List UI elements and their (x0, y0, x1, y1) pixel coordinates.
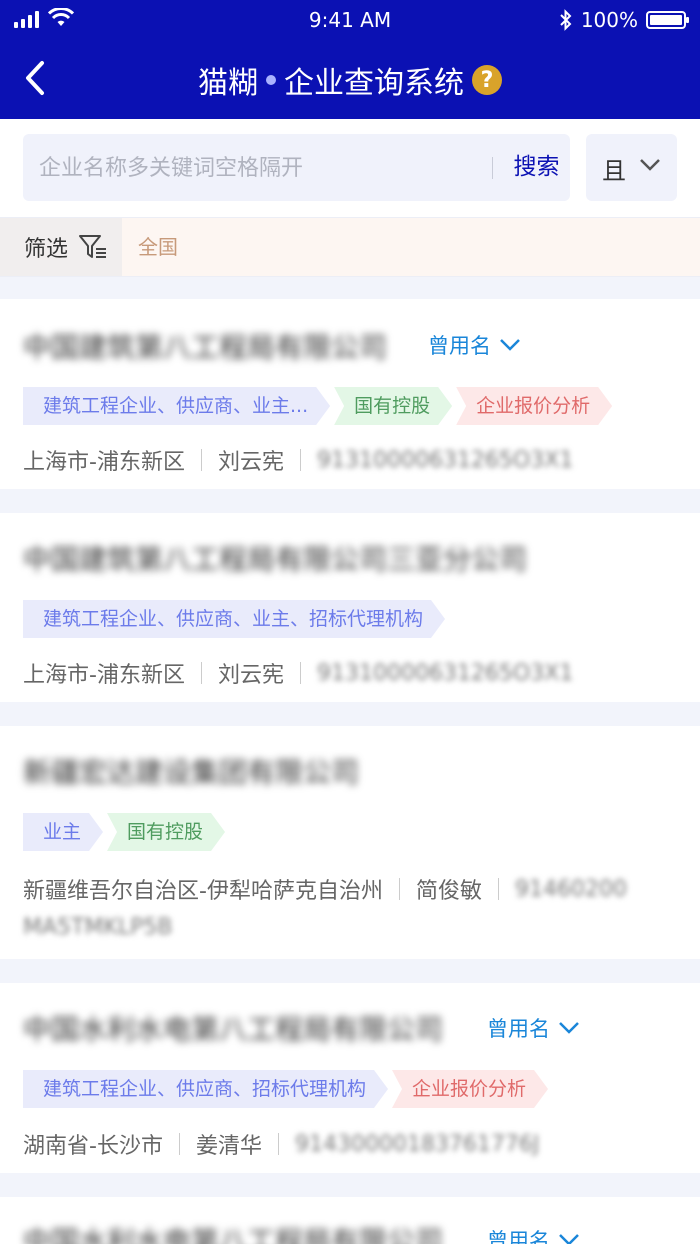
company-name[interactable]: 中国建筑第八工程局有限公司三亚分公司 (23, 538, 527, 578)
company-region: 湖南省-长沙市 (23, 1134, 163, 1159)
company-card[interactable]: 中国建筑第八工程局有限公司三亚分公司 建筑工程企业、供应商、业主、招标代理机构 … (0, 513, 700, 702)
tag-list: 建筑工程企业、供应商、业主... 国有控股 企业报价分析 (23, 387, 612, 425)
company-card[interactable]: 中国水利水电第八工程局有限公司 曾用名 (0, 1197, 700, 1244)
tag: 企业报价分析 (456, 387, 612, 425)
company-card[interactable]: 中国建筑第八工程局有限公司 曾用名 建筑工程企业、供应商、业主... 国有控股 … (0, 299, 700, 489)
legal-person: 简俊敏 (415, 879, 482, 904)
company-name[interactable]: 中国水利水电第八工程局有限公司 (23, 1220, 443, 1244)
credit-code-continued: MA5TMKLP5B (23, 915, 173, 940)
status-bar: 9:41 AM 100% (0, 0, 700, 40)
battery-icon (646, 11, 689, 29)
tag: 国有控股 (107, 813, 225, 851)
tag: 国有控股 (334, 387, 452, 425)
credit-code: 91310000631265O3X1 (316, 447, 574, 473)
former-name-toggle[interactable]: 曾用名 (428, 330, 521, 360)
tag: 业主 (23, 813, 103, 851)
company-card[interactable]: 中国水利水电第八工程局有限公司 曾用名 建筑工程企业、供应商、招标代理机构 企业… (0, 983, 700, 1173)
credit-code: 91460200 (514, 876, 627, 902)
chevron-down-icon (500, 339, 520, 351)
tag: 建筑工程企业、供应商、业主、招标代理机构 (23, 600, 445, 638)
legal-person: 姜清华 (195, 1134, 262, 1159)
help-icon[interactable]: ? (472, 65, 502, 95)
search-box: 搜索 (23, 134, 570, 203)
chevron-down-icon (559, 1234, 579, 1244)
region-filter[interactable]: 全国 (122, 218, 700, 276)
credit-code: 914300001837617­76J (294, 1131, 540, 1157)
app-header: 9:41 AM 100% 猫糊 企业查询系统 ? (0, 0, 700, 119)
legal-person: 刘云宪 (217, 663, 284, 688)
title-separator-dot (266, 75, 276, 85)
former-name-toggle[interactable]: 曾用名 (487, 1013, 580, 1043)
tag: 企业报价分析 (392, 1070, 548, 1108)
company-region: 上海市-浦东新区 (23, 450, 185, 475)
chevron-down-icon (559, 1022, 579, 1034)
legal-person: 刘云宪 (217, 450, 284, 475)
company-name[interactable]: 中国建筑第八工程局有限公司 (23, 326, 387, 366)
filter-icon (79, 235, 107, 258)
former-name-toggle[interactable]: 曾用名 (487, 1225, 580, 1244)
bluetooth-icon (560, 9, 572, 31)
tag-list: 业主 国有控股 (23, 813, 225, 851)
search-button[interactable]: 搜索 (503, 134, 570, 201)
tag-list: 建筑工程企业、供应商、业主、招标代理机构 (23, 600, 445, 638)
company-meta: 上海市-浦东新区 刘云宪 91310000631265O3X1 (23, 657, 573, 689)
search-input[interactable] (37, 134, 501, 203)
company-region: 上海市-浦东新区 (23, 663, 185, 688)
battery-percent: 100% (580, 8, 638, 32)
tag: 建筑工程企业、供应商、招标代理机构 (23, 1070, 388, 1108)
company-region: 新疆维吾尔自治区-伊犁哈萨克自治州 (23, 879, 383, 904)
chevron-down-icon (640, 159, 660, 171)
company-name[interactable]: 中国水利水电第八工程局有限公司 (23, 1008, 443, 1048)
filter-button[interactable]: 筛选 (0, 218, 122, 276)
company-name[interactable]: 新疆宏达建设集团有限公司 (23, 751, 359, 791)
company-meta: 湖南省-长沙市 姜清华 914300001837617­76J (23, 1128, 539, 1160)
tag-list: 建筑工程企业、供应商、招标代理机构 企业报价分析 (23, 1070, 548, 1108)
page-title: 猫糊 企业查询系统 ? (0, 58, 700, 102)
company-card[interactable]: 新疆宏达建设集团有限公司 业主 国有控股 新疆维吾尔自治区-伊犁哈萨克自治州 简… (0, 726, 700, 959)
company-meta: 上海市-浦东新区 刘云宪 91310000631265O3X1 (23, 444, 573, 476)
tag: 建筑工程企业、供应商、业主... (23, 387, 330, 425)
nav-bar: 猫糊 企业查询系统 ? (0, 40, 700, 119)
company-meta: 新疆维吾尔自治区-伊犁哈萨克自治州 简俊敏 91460200 (23, 873, 627, 905)
filter-bar: 筛选 全国 (0, 217, 700, 277)
logic-select[interactable]: 且 (586, 134, 677, 201)
credit-code: 91310000631265O3X1 (316, 660, 574, 686)
search-area: 搜索 且 (0, 119, 700, 217)
